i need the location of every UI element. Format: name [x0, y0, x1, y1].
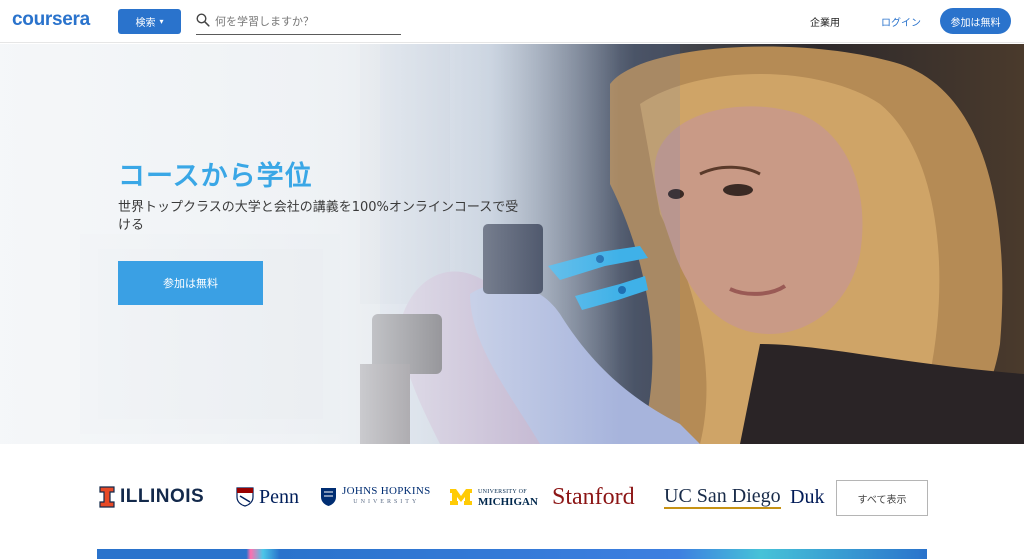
- next-section-banner-edge: [97, 549, 927, 559]
- hero-join-free-button[interactable]: 参加は無料: [118, 261, 263, 305]
- see-all-partners-button[interactable]: すべて表示: [836, 480, 928, 516]
- hero-subtitle: 世界トップクラスの大学と会社の講義を100%オンラインコースで受ける: [118, 200, 519, 233]
- search-bar: [196, 8, 401, 35]
- chevron-down-icon: ▾: [159, 17, 164, 26]
- coursera-logo[interactable]: coursera: [12, 9, 90, 31]
- partner-name: MICHIGAN: [478, 496, 538, 508]
- partner-logo-michigan[interactable]: UNIVERSITY OF MICHIGAN: [449, 483, 538, 511]
- michigan-block-m-icon: [450, 489, 472, 505]
- partner-logo-duke[interactable]: Duk: [790, 483, 830, 511]
- page: coursera 検索 ▾ 企業用 ログイン 参加は無料: [0, 0, 1024, 559]
- hero-banner: コースから学位 世界トップクラスの大学と会社の講義を100%オンラインコースで受…: [0, 44, 1024, 444]
- partner-subtitle: UNIVERSITY: [353, 499, 420, 505]
- explore-button-label: 検索: [135, 18, 156, 29]
- penn-shield-icon: [236, 487, 254, 507]
- partner-logo-illinois[interactable]: ILLINOIS: [99, 483, 204, 511]
- search-input[interactable]: [215, 11, 395, 31]
- login-link[interactable]: ログイン: [881, 14, 921, 29]
- search-icon: [196, 13, 210, 27]
- explore-button[interactable]: 検索 ▾: [118, 9, 181, 34]
- enterprise-link[interactable]: 企業用: [810, 14, 840, 29]
- hero-title: コースから学位: [118, 161, 313, 192]
- partner-logos-row: ILLINOIS Penn JOHNS HOPKINS UNIVERSITY U…: [0, 444, 1024, 549]
- join-free-button[interactable]: 参加は無料: [940, 8, 1011, 34]
- partner-logo-penn[interactable]: Penn: [236, 483, 299, 511]
- partner-name: Stanford: [552, 483, 635, 510]
- johns-hopkins-shield-icon: [321, 488, 336, 506]
- illinois-block-i-icon: [99, 486, 115, 508]
- hero-text-backdrop: [0, 44, 620, 444]
- partner-logo-stanford[interactable]: Stanford: [552, 483, 635, 511]
- partner-name: UC San Diego: [664, 485, 781, 509]
- top-navigation-bar: coursera 検索 ▾ 企業用 ログイン 参加は無料: [0, 0, 1024, 43]
- partner-logo-johns-hopkins[interactable]: JOHNS HOPKINS UNIVERSITY: [320, 483, 431, 511]
- partner-name: ILLINOIS: [120, 486, 205, 507]
- partner-logo-uc-san-diego[interactable]: UC San Diego: [664, 483, 781, 511]
- partner-name: JOHNS HOPKINS: [342, 485, 431, 497]
- partner-name: Duk: [790, 485, 825, 508]
- partner-name: Penn: [259, 485, 299, 508]
